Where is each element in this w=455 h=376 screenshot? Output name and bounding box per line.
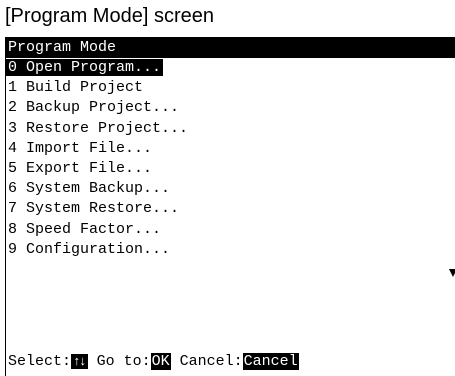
menu-item-label: 9 Configuration... bbox=[8, 240, 171, 258]
menu-item-label: 2 Backup Project... bbox=[8, 99, 180, 117]
menu-item-label: 8 Speed Factor... bbox=[8, 220, 162, 238]
key-help-bar: Select: ↑↓ Go to:OK Cancel:Cancel bbox=[6, 352, 299, 372]
menu-item-restore-project[interactable]: 3 Restore Project... bbox=[6, 119, 190, 139]
menu-item-build-project[interactable]: 1 Build Project bbox=[6, 78, 190, 98]
menu-item-export-file[interactable]: 5 Export File... bbox=[6, 159, 190, 179]
menu-item-import-file[interactable]: 4 Import File... bbox=[6, 139, 190, 159]
menu-item-label: 1 Build Project bbox=[8, 79, 144, 97]
ok-key[interactable]: OK bbox=[150, 353, 171, 370]
menu-item-system-backup[interactable]: 6 System Backup... bbox=[6, 179, 190, 199]
goto-hint-label: Go to: bbox=[87, 353, 151, 370]
program-mode-screen: Program Mode 0 Open Program... 1 Build P… bbox=[5, 37, 455, 376]
cancel-hint-label: Cancel: bbox=[170, 353, 243, 370]
menu-item-label: 4 Import File... bbox=[8, 139, 153, 157]
menu-item-label: 6 System Backup... bbox=[8, 180, 171, 198]
menu-item-system-restore[interactable]: 7 System Restore... bbox=[6, 199, 190, 219]
screen-title: Program Mode bbox=[6, 38, 455, 58]
menu-item-speed-factor[interactable]: 8 Speed Factor... bbox=[6, 220, 190, 240]
menu-item-backup-project[interactable]: 2 Backup Project... bbox=[6, 98, 190, 118]
scroll-down-arrow-icon[interactable] bbox=[449, 269, 455, 277]
menu-item-configuration[interactable]: 9 Configuration... bbox=[6, 240, 190, 260]
menu-item-open-program[interactable]: 0 Open Program... bbox=[6, 58, 190, 78]
select-hint-label: Select: bbox=[8, 353, 72, 370]
menu-item-label: 0 Open Program... bbox=[6, 59, 164, 76]
menu-item-label: 5 Export File... bbox=[8, 159, 153, 177]
menu-item-label: 3 Restore Project... bbox=[8, 119, 189, 137]
cancel-key[interactable]: Cancel bbox=[242, 353, 299, 370]
figure-caption: [Program Mode] screen bbox=[5, 5, 214, 27]
program-mode-menu: 0 Open Program... 1 Build Project 2 Back… bbox=[6, 58, 190, 260]
up-down-arrows-icon[interactable]: ↑↓ bbox=[71, 354, 88, 369]
menu-item-label: 7 System Restore... bbox=[8, 200, 180, 218]
